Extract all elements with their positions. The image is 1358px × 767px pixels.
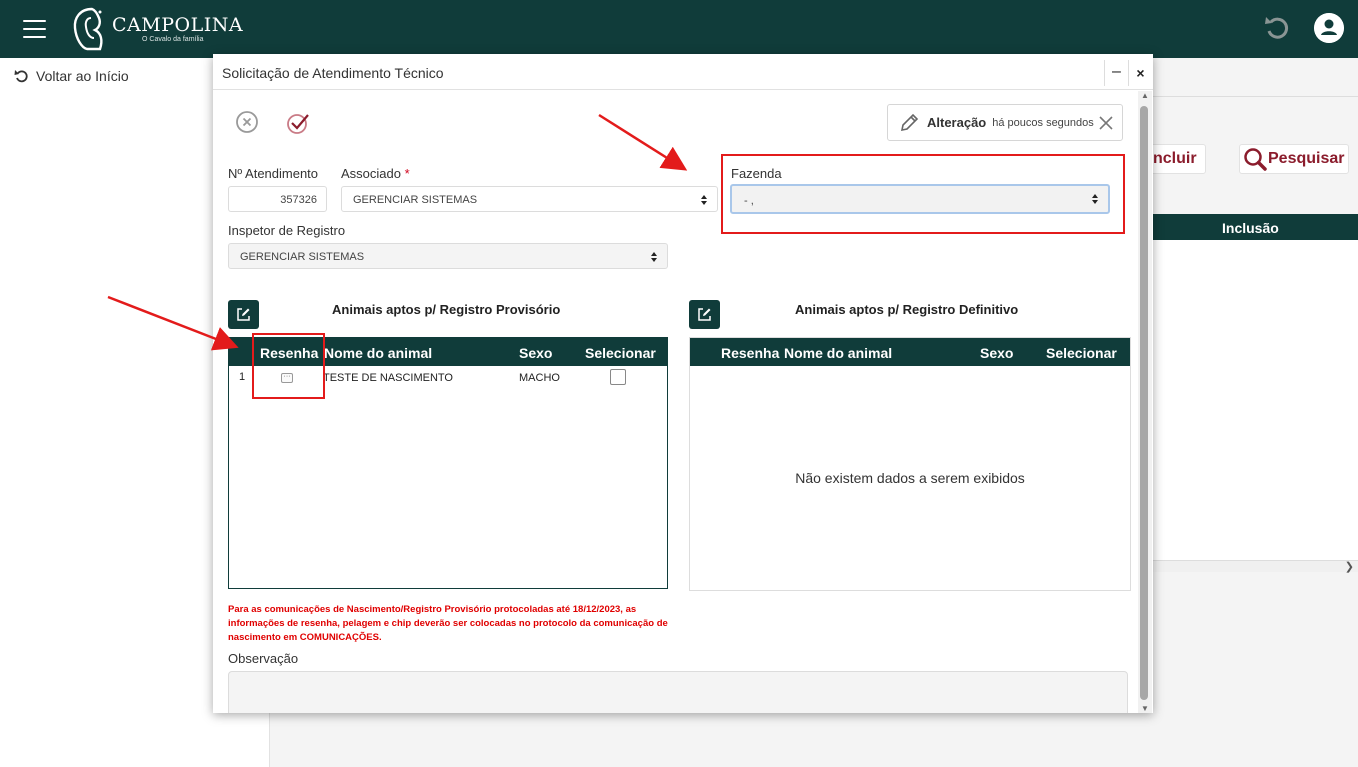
edit-definitivo-button[interactable] [689,300,720,329]
incluir-label: ncluir [1153,150,1197,167]
vertical-scrollbar[interactable]: ▲ ▼ [1138,91,1152,713]
inspetor-select[interactable]: GERENCIAR SISTEMAS [228,243,668,269]
edit-icon [698,308,711,321]
confirm-check-icon[interactable] [285,110,311,136]
empty-message: Não existem dados a serem exibidos [795,470,1025,486]
back-to-home-link[interactable]: Voltar ao Início [14,68,129,84]
audit-label: Alteração [927,115,987,130]
audit-time: há poucos segundos [992,116,1094,129]
pesquisar-button[interactable]: Pesquisar [1239,144,1349,174]
associado-label-wrap: Associado * [341,166,410,181]
divider [1150,96,1358,97]
grid-definitivo-title: Animais aptos p/ Registro Definitivo [795,302,1019,317]
animal-sex: MACHO [519,372,560,384]
required-mark: * [404,166,410,181]
select-checkbox[interactable] [610,369,626,385]
animal-name: TESTE DE NASCIMENTO [323,372,453,384]
scrollbar-thumb[interactable] [1140,106,1148,700]
bg-table-header: Inclusão [1150,214,1358,240]
resenha-highlight-box [252,333,325,399]
associado-label: Associado [341,166,401,181]
cancel-icon[interactable] [235,110,259,134]
inspetor-value: GERENCIAR SISTEMAS [240,251,365,263]
bg-table-body [1150,240,1358,560]
search-icon [1244,148,1267,171]
back-label: Voltar ao Início [36,68,129,84]
fazenda-highlight-box [721,154,1125,234]
select-arrows-icon [701,195,707,205]
col-resenha[interactable]: Resenha [721,345,779,361]
atendimento-label: Nº Atendimento [228,166,319,181]
warning-note: Para as comunicações de Nascimento/Regis… [228,604,668,643]
pesquisar-label: Pesquisar [1268,150,1345,167]
col-selecionar[interactable]: Selecionar [1046,345,1117,361]
grid-header: Resenha Nome do animal Sexo Selecionar [690,338,1130,366]
top-bar: CAMPOLINA O Cavalo da família [0,0,1358,58]
observacao-textarea[interactable] [228,671,1128,713]
col-nome[interactable]: Nome do animal [784,345,892,361]
menu-icon[interactable] [23,20,46,38]
observacao-label: Observação [228,651,299,666]
user-avatar-icon[interactable] [1314,13,1344,43]
horse-head-icon [73,7,103,51]
undo-icon [14,70,28,83]
associado-value: GERENCIAR SISTEMAS [353,194,478,206]
close-button[interactable]: × [1128,60,1152,86]
associado-select[interactable]: GERENCIAR SISTEMAS [341,186,718,212]
modal-title: Solicitação de Atendimento Técnico [222,65,444,81]
refresh-icon[interactable] [1262,13,1292,43]
chevron-down-icon[interactable]: ▼ [1141,704,1149,713]
pencil-icon [900,113,919,131]
edit-provisorio-button[interactable] [228,300,259,329]
chevron-up-icon[interactable]: ▲ [1141,91,1149,100]
col-inclusao: Inclusão [1222,220,1279,236]
row-number: 1 [239,371,246,383]
select-arrows-icon [651,252,657,262]
horizontal-scrollbar[interactable]: ❯ [1150,560,1358,573]
brand-tagline: O Cavalo da família [142,36,204,43]
atendimento-modal: Solicitação de Atendimento Técnico – × A… [213,54,1153,713]
brand-logo: CAMPOLINA O Cavalo da família [70,5,243,53]
grid-definitivo: Resenha Nome do animal Sexo Selecionar N… [689,337,1131,591]
atendimento-field[interactable]: 357326 [228,186,327,212]
grid-provisorio-title: Animais aptos p/ Registro Provisório [332,302,561,317]
col-nome[interactable]: Nome do animal [324,345,432,361]
close-icon[interactable] [1098,115,1114,131]
brand-name: CAMPOLINA [112,14,244,36]
audit-notice: Alteração há poucos segundos [887,104,1123,141]
col-selecionar[interactable]: Selecionar [585,345,656,361]
col-sexo[interactable]: Sexo [980,345,1013,361]
minimize-button[interactable]: – [1104,60,1128,86]
col-sexo[interactable]: Sexo [519,345,552,361]
edit-icon [237,308,250,321]
inspetor-label: Inspetor de Registro [228,223,346,238]
chevron-right-icon[interactable]: ❯ [1345,560,1354,573]
modal-header: Solicitação de Atendimento Técnico – × [213,54,1153,90]
